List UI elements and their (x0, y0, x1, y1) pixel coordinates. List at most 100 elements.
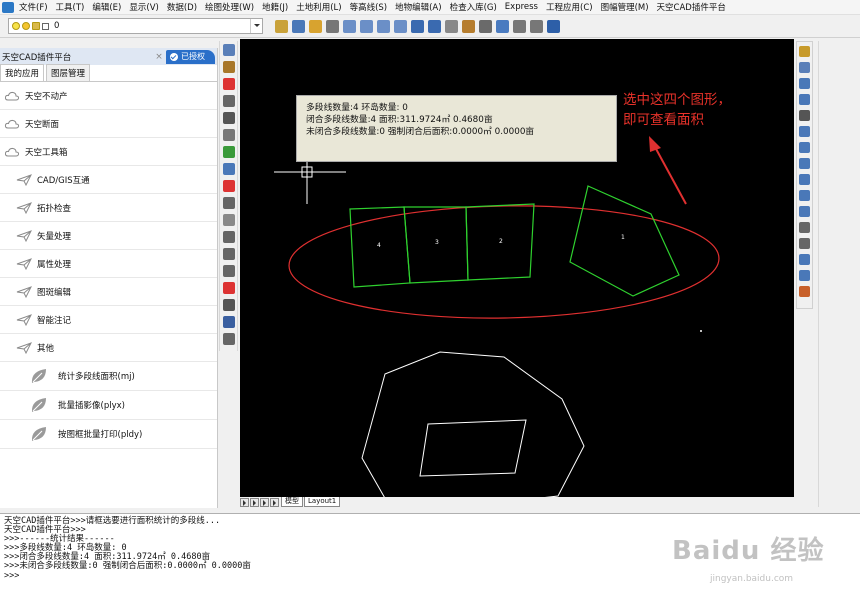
menu-view[interactable]: 显示(V) (127, 1, 164, 13)
tree-icon[interactable] (222, 146, 235, 158)
stretch-icon[interactable] (799, 174, 810, 185)
list-item-other[interactable]: 其他 (0, 334, 217, 362)
menu-landuse[interactable]: 土地利用(L) (294, 1, 347, 13)
menu-feature-edit[interactable]: 地物编辑(A) (393, 1, 447, 13)
circle-icon[interactable] (222, 299, 235, 311)
next-tab-icon[interactable] (260, 497, 269, 507)
offset-icon[interactable] (799, 94, 810, 105)
menu-cadastre[interactable]: 地籍(J) (260, 1, 294, 13)
menu-plugin[interactable]: 天空CAD插件平台 (655, 1, 732, 13)
list-item-realestate[interactable]: 天空不动产 (0, 82, 217, 110)
zoom-extents-icon[interactable] (394, 19, 407, 33)
prev-tab-icon[interactable] (250, 497, 259, 507)
pencil-icon[interactable] (799, 46, 810, 57)
measure-icon[interactable] (479, 19, 492, 33)
list-item-vector[interactable]: 矢量处理 (0, 222, 217, 250)
grid-icon[interactable] (445, 19, 458, 33)
rect-icon[interactable] (222, 214, 235, 226)
cloud-icon (4, 119, 20, 128)
extend-icon[interactable] (799, 206, 810, 217)
list-item-topology[interactable]: 拓扑检查 (0, 194, 217, 222)
copy-icon[interactable] (799, 62, 810, 73)
list-item-label: 属性处理 (37, 259, 72, 270)
menu-data[interactable]: 数据(D) (165, 1, 203, 13)
dots-icon[interactable] (222, 231, 235, 243)
save-icon[interactable] (292, 19, 305, 33)
diagonal-icon[interactable] (222, 316, 235, 328)
help-icon[interactable] (547, 19, 560, 33)
layers-icon[interactable] (222, 163, 235, 175)
chevron-down-icon[interactable] (250, 19, 262, 33)
menu-edit[interactable]: 编辑(E) (90, 1, 127, 13)
menu-file[interactable]: 文件(F) (17, 1, 54, 13)
pen-icon[interactable] (462, 19, 475, 33)
menu-check[interactable]: 检查入库(G) (448, 1, 503, 13)
line-icon[interactable] (513, 19, 526, 33)
list-item-batch-image[interactable]: 批量插影像(plyx) (0, 391, 217, 420)
list-item-smart-label[interactable]: 智能注记 (0, 306, 217, 334)
corner-icon[interactable] (222, 197, 235, 209)
scale-icon[interactable] (799, 158, 810, 169)
trim-icon[interactable] (799, 190, 810, 201)
list-item-label: CAD/GIS互通 (37, 175, 90, 186)
list-item-section[interactable]: 天空断面 (0, 110, 217, 138)
menu-draw[interactable]: 绘图处理(W) (203, 1, 260, 13)
camera-icon[interactable] (222, 112, 235, 124)
note-icon[interactable] (222, 180, 235, 192)
list-item-batch-print[interactable]: 按图框批量打印(pldy) (0, 420, 217, 449)
tab-model[interactable]: 模型 (281, 497, 303, 507)
zoom-in-icon[interactable] (360, 19, 373, 33)
list-item-label: 天空断面 (25, 119, 60, 130)
menu-engineering[interactable]: 工程应用(C) (544, 1, 599, 13)
menu-sheet[interactable]: 图幅管理(M) (599, 1, 655, 13)
layout-tabs-bar: 模型 Layout1 (240, 497, 794, 507)
last-tab-icon[interactable] (270, 497, 279, 507)
tab-layout1[interactable]: Layout1 (304, 497, 341, 507)
left-vertical-toolbar (219, 41, 238, 351)
node-icon[interactable] (222, 95, 235, 107)
line-tool-icon[interactable] (530, 19, 543, 33)
list-item-patch-edit[interactable]: 图斑编辑 (0, 278, 217, 306)
pencil-icon[interactable] (309, 19, 322, 33)
tab-layer-manage[interactable]: 图层管理 (46, 64, 91, 81)
watermark-url: jingyan.baidu.com (710, 574, 794, 584)
zoom-out-icon[interactable] (377, 19, 390, 33)
menu-tools[interactable]: 工具(T) (54, 1, 91, 13)
close-icon[interactable]: × (152, 52, 166, 62)
array-icon[interactable] (799, 110, 810, 121)
menu-express[interactable]: Express (503, 2, 544, 12)
break-icon[interactable] (799, 222, 810, 233)
chamfer-icon[interactable] (799, 254, 810, 265)
pan-icon[interactable] (326, 19, 339, 33)
move-icon[interactable] (496, 19, 509, 33)
move-icon[interactable] (799, 126, 810, 137)
chart-icon[interactable] (222, 129, 235, 141)
symbol-icon[interactable] (222, 265, 235, 277)
layer-icon[interactable] (275, 19, 288, 33)
explode-icon[interactable] (799, 286, 810, 297)
drawing-canvas[interactable]: 4 3 2 1 多段线数量:4 环岛数量: 0 闭合多段线数量:4 面积:311… (240, 39, 794, 505)
tab-my-apps[interactable]: 我的应用 (0, 64, 45, 81)
redo-icon[interactable] (428, 19, 441, 33)
curve-icon[interactable] (222, 333, 235, 345)
weight-icon[interactable] (222, 78, 235, 90)
rotate-icon[interactable] (799, 142, 810, 153)
list-item-attribute[interactable]: 属性处理 (0, 250, 217, 278)
mirror-icon[interactable] (799, 78, 810, 89)
list-item-cad-gis[interactable]: CAD/GIS互通 (0, 166, 217, 194)
first-tab-icon[interactable] (240, 497, 249, 507)
menu-contour[interactable]: 等高线(S) (348, 1, 394, 13)
zoom-window-icon[interactable] (343, 19, 356, 33)
join-icon[interactable] (799, 238, 810, 249)
step-icon[interactable] (222, 248, 235, 260)
outer-outline (361, 351, 585, 505)
point-icon[interactable] (222, 282, 235, 294)
list-item-toolbox[interactable]: 天空工具箱 (0, 138, 217, 166)
fillet-icon[interactable] (799, 270, 810, 281)
select-icon[interactable] (222, 44, 235, 56)
layer-select[interactable]: 0 (8, 18, 263, 34)
brush-icon[interactable] (222, 61, 235, 73)
list-item-area-stat[interactable]: 统计多段线面积(mj) (0, 362, 217, 391)
undo-icon[interactable] (411, 19, 424, 33)
color-swatch-icon (42, 22, 49, 30)
